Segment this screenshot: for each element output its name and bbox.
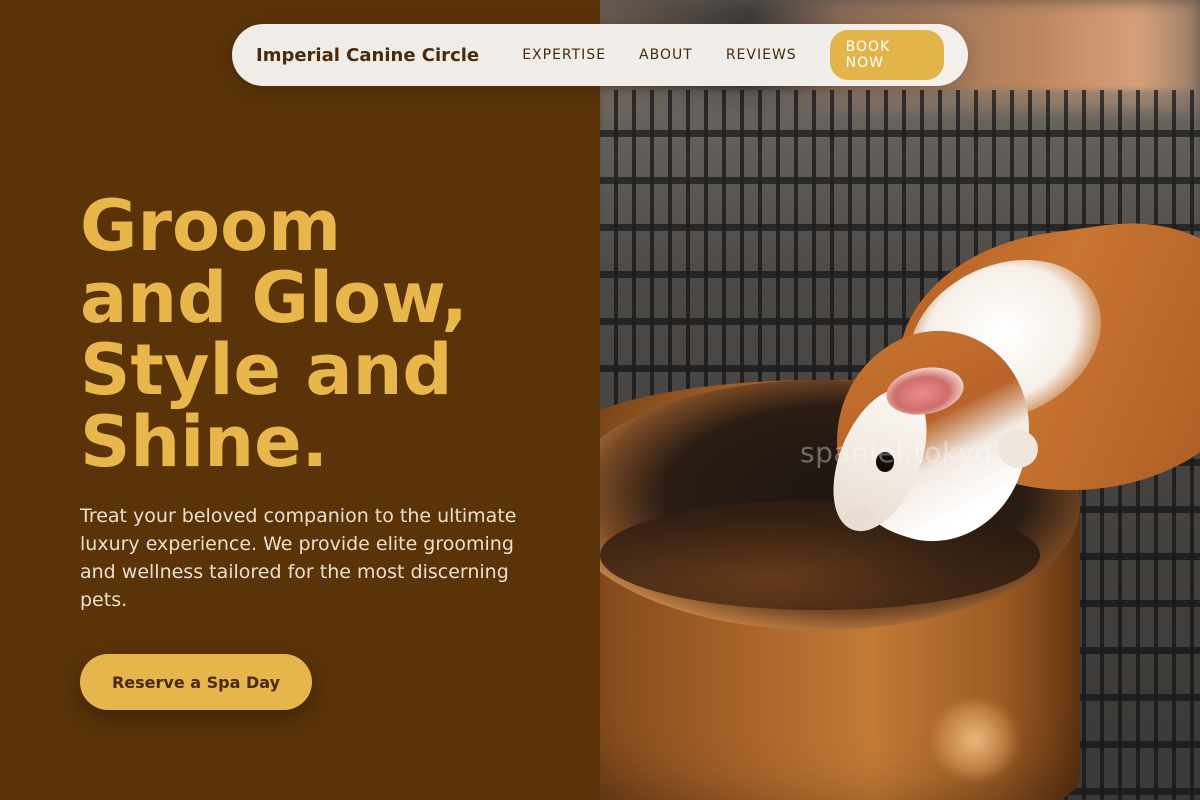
book-now-button[interactable]: BOOK NOW <box>829 30 944 80</box>
guinea-pig-paw <box>998 430 1038 468</box>
photo-light <box>930 700 1020 780</box>
hero-title-line: Groom <box>80 185 342 267</box>
nav-link-expertise[interactable]: EXPERTISE <box>522 47 606 63</box>
hero-title-line: and Glow, <box>80 257 468 339</box>
top-navbar: Imperial Canine Circle EXPERTISE ABOUT R… <box>232 24 968 86</box>
nav-link-about[interactable]: ABOUT <box>639 47 693 63</box>
hero-title: Groom and Glow, Style and Shine. <box>80 190 560 478</box>
hero-title-line: Style and <box>80 329 453 411</box>
hero-image: spaniel.tokyo <box>600 0 1200 800</box>
image-watermark: spaniel.tokyo <box>800 436 993 469</box>
nav-link-reviews[interactable]: REVIEWS <box>726 47 797 63</box>
hero-description: Treat your beloved companion to the ulti… <box>80 505 517 611</box>
brand-logo-text[interactable]: Imperial Canine Circle <box>256 45 522 66</box>
guinea-pig-nose <box>844 505 874 527</box>
hero-title-line: Shine. <box>80 401 329 483</box>
nav-links: EXPERTISE ABOUT REVIEWS BOOK NOW <box>522 30 944 80</box>
reserve-spa-day-button[interactable]: Reserve a Spa Day <box>80 654 312 710</box>
